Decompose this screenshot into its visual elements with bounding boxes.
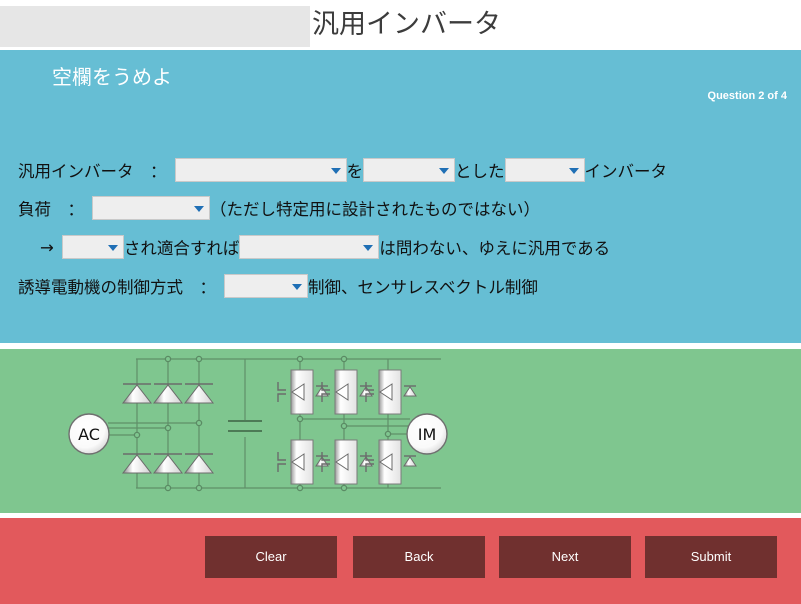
question-counter: Question 2 of 4: [707, 90, 787, 102]
next-button[interactable]: Next: [499, 536, 631, 578]
select-row2-a[interactable]: [92, 196, 210, 220]
back-button[interactable]: Back: [353, 536, 485, 578]
select-row4-a[interactable]: [224, 274, 308, 298]
chevron-down-icon: [330, 168, 341, 174]
select-row1-b[interactable]: [363, 158, 455, 182]
row3-text-2: は問わない、ゆえに汎用である: [379, 239, 611, 258]
question-row-1: 汎用インバータ ： を とした インバータ: [18, 158, 667, 182]
submit-button[interactable]: Submit: [645, 536, 777, 578]
title-bar-gray-block: [0, 6, 310, 47]
ac-source-symbol: AC: [68, 413, 110, 455]
select-row1-a-value: [176, 159, 346, 161]
row4-text-1: 制御、センサレスベクトル制御: [308, 278, 538, 297]
chevron-down-icon: [194, 206, 204, 212]
row1-text-3: インバータ: [584, 162, 668, 181]
motor-symbol: IM: [406, 413, 448, 455]
select-row4-a-value: [225, 275, 307, 277]
clear-button[interactable]: Clear: [205, 536, 337, 578]
chevron-down-icon: [363, 245, 374, 251]
row2-label: 負荷 ：: [18, 200, 84, 219]
chevron-down-icon: [568, 168, 579, 174]
select-row3-b[interactable]: [239, 235, 380, 259]
row3-label: →: [40, 237, 54, 257]
question-panel: 空欄をうめよ Question 2 of 4 汎用インバータ ： を とした イ…: [0, 50, 801, 343]
question-row-3: → され適合すれば は問わない、ゆえに汎用である: [18, 235, 610, 259]
row2-text-1: （ただし特定用に設計されたものではない）: [210, 200, 540, 219]
select-row1-b-value: [364, 159, 454, 161]
row1-label: 汎用インバータ ：: [18, 162, 167, 181]
row1-text-2: とした: [455, 162, 505, 181]
row1-text-1: を: [346, 162, 364, 181]
chevron-down-icon: [439, 168, 449, 174]
motor-label: IM: [418, 425, 437, 444]
chevron-down-icon: [292, 284, 302, 290]
question-row-2: 負荷 ： （ただし特定用に設計されたものではない）: [18, 196, 540, 220]
row4-label: 誘導電動機の制御方式 ：: [18, 278, 216, 297]
inverter-circuit-diagram: AC IM: [68, 355, 448, 492]
select-row1-a[interactable]: [174, 158, 347, 182]
dc-link-capacitor: [228, 420, 262, 432]
page-title: 汎用インバータ: [312, 9, 501, 40]
question-row-4: 誘導電動機の制御方式 ： 制御、センサレスベクトル制御: [18, 274, 538, 298]
select-row3-a-value: [63, 236, 123, 238]
question-heading: 空欄をうめよ: [52, 65, 172, 89]
select-row1-c[interactable]: [504, 158, 585, 182]
footer-panel: Clear Back Next Submit: [0, 518, 801, 604]
chevron-down-icon: [107, 245, 118, 251]
select-row2-a-value: [93, 197, 209, 199]
title-bar: 汎用インバータ: [0, 0, 801, 47]
ac-source-label: AC: [78, 425, 100, 444]
row3-text-1: され適合すれば: [123, 239, 240, 258]
select-row1-c-value: [506, 159, 584, 161]
select-row3-b-value: [240, 236, 378, 238]
circuit-diagram-panel: AC IM: [0, 349, 801, 513]
select-row3-a[interactable]: [61, 235, 124, 259]
